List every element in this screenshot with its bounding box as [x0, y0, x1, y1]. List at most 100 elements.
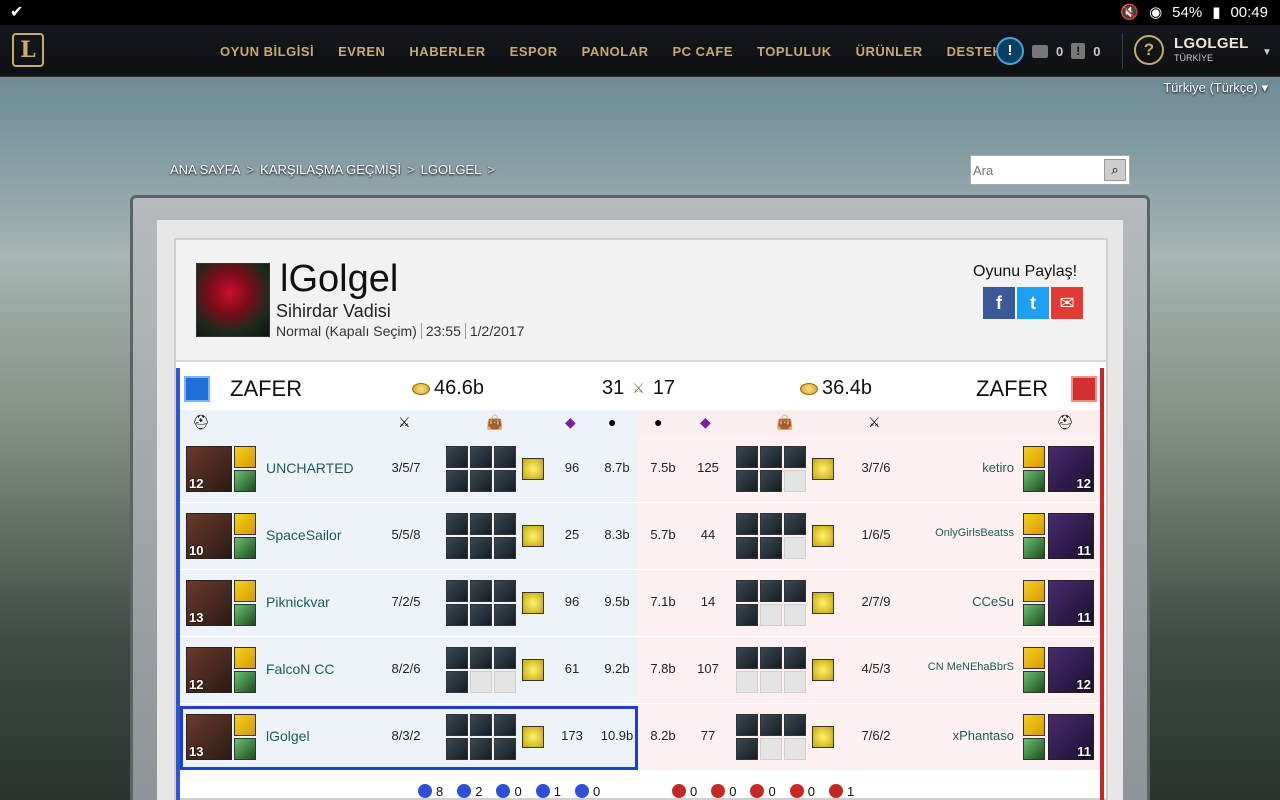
item-slot-icon[interactable] — [736, 738, 758, 760]
item-slot-icon[interactable] — [736, 513, 758, 535]
league-logo-icon[interactable]: L — [12, 33, 44, 67]
spell-icon[interactable] — [1023, 537, 1045, 559]
item-slot-icon[interactable] — [446, 513, 468, 535]
item-slot-icon[interactable] — [736, 647, 758, 669]
item-slot-icon[interactable] — [494, 604, 516, 626]
item-slot-icon[interactable] — [760, 671, 782, 693]
nav-link-products[interactable]: ÜRÜNLER — [856, 44, 923, 59]
item-slot-icon[interactable] — [760, 647, 782, 669]
spell-icon[interactable] — [1023, 470, 1045, 492]
item-slot-icon[interactable] — [494, 647, 516, 669]
item-slot-icon[interactable] — [784, 446, 806, 468]
item-slot-icon[interactable] — [784, 537, 806, 559]
player-name[interactable]: CCeSu — [910, 594, 1014, 609]
item-slot-icon[interactable] — [760, 580, 782, 602]
item-slot-icon[interactable] — [470, 446, 492, 468]
item-slot-icon[interactable] — [736, 470, 758, 492]
nav-link-boards[interactable]: PANOLAR — [582, 44, 649, 59]
item-slot-icon[interactable] — [736, 537, 758, 559]
champion-icon[interactable]: 10 — [186, 513, 232, 559]
item-slot-icon[interactable] — [446, 446, 468, 468]
champion-icon[interactable]: 13 — [186, 580, 232, 626]
trinket-icon[interactable] — [522, 525, 544, 547]
item-slot-icon[interactable] — [494, 513, 516, 535]
item-slot-icon[interactable] — [470, 604, 492, 626]
item-slot-icon[interactable] — [446, 580, 468, 602]
item-slot-icon[interactable] — [446, 647, 468, 669]
chat-icon[interactable] — [1032, 44, 1048, 58]
nav-link-esports[interactable]: ESPOR — [510, 44, 558, 59]
item-slot-icon[interactable] — [446, 604, 468, 626]
champion-icon[interactable]: 12 — [1048, 446, 1094, 492]
player-name[interactable]: UNCHARTED — [266, 460, 354, 476]
item-slot-icon[interactable] — [736, 446, 758, 468]
item-slot-icon[interactable] — [760, 537, 782, 559]
item-slot-icon[interactable] — [470, 470, 492, 492]
trinket-icon[interactable] — [522, 592, 544, 614]
spell-icon[interactable] — [234, 470, 256, 492]
spell-icon[interactable] — [234, 647, 256, 669]
item-slot-icon[interactable] — [470, 537, 492, 559]
item-slot-icon[interactable] — [784, 604, 806, 626]
trinket-icon[interactable] — [522, 659, 544, 681]
item-slot-icon[interactable] — [784, 671, 806, 693]
item-slot-icon[interactable] — [760, 714, 782, 736]
item-slot-icon[interactable] — [494, 537, 516, 559]
language-selector[interactable]: Türkiye (Türkçe) ▾ — [1163, 80, 1268, 96]
spell-icon[interactable] — [1023, 647, 1045, 669]
trinket-icon[interactable] — [812, 525, 834, 547]
spell-icon[interactable] — [1023, 513, 1045, 535]
item-slot-icon[interactable] — [784, 647, 806, 669]
item-slot-icon[interactable] — [784, 580, 806, 602]
nav-link-pc-cafe[interactable]: PC CAFE — [672, 44, 733, 59]
nav-link-community[interactable]: TOPLULUK — [757, 44, 832, 59]
spell-icon[interactable] — [234, 604, 256, 626]
item-slot-icon[interactable] — [470, 580, 492, 602]
item-slot-icon[interactable] — [736, 714, 758, 736]
email-icon[interactable]: ✉ — [1051, 287, 1083, 319]
player-name[interactable]: SpaceSailor — [266, 527, 342, 543]
item-slot-icon[interactable] — [470, 647, 492, 669]
nav-link-universe[interactable]: EVREN — [338, 44, 385, 59]
trinket-icon[interactable] — [812, 458, 834, 480]
spell-icon[interactable] — [1023, 446, 1045, 468]
player-name[interactable]: ketiro — [910, 460, 1014, 475]
search-icon[interactable]: ⌕ — [1104, 159, 1126, 181]
breadcrumb-summoner[interactable]: LGOLGEL — [421, 162, 482, 177]
twitter-icon[interactable]: t — [1017, 287, 1049, 319]
item-slot-icon[interactable] — [470, 513, 492, 535]
item-slot-icon[interactable] — [760, 738, 782, 760]
nav-link-news[interactable]: HABERLER — [409, 44, 485, 59]
item-slot-icon[interactable] — [494, 671, 516, 693]
player-name[interactable]: FalcoN CC — [266, 661, 334, 677]
item-slot-icon[interactable] — [736, 580, 758, 602]
champion-icon[interactable]: 11 — [1048, 513, 1094, 559]
item-slot-icon[interactable] — [760, 513, 782, 535]
player-name[interactable]: CN MeNEhaBbrS — [910, 661, 1014, 673]
item-slot-icon[interactable] — [494, 446, 516, 468]
item-slot-icon[interactable] — [784, 714, 806, 736]
item-slot-icon[interactable] — [784, 513, 806, 535]
warning-icon[interactable]: ! — [1071, 43, 1086, 59]
trinket-icon[interactable] — [812, 726, 834, 748]
nav-link-support[interactable]: DESTEK — [947, 44, 1003, 59]
breadcrumb-match-history[interactable]: KARŞILAŞMA GEÇMİŞİ — [260, 162, 401, 177]
item-slot-icon[interactable] — [446, 537, 468, 559]
spell-icon[interactable] — [234, 513, 256, 535]
item-slot-icon[interactable] — [446, 671, 468, 693]
player-name[interactable]: xPhantaso — [910, 728, 1014, 743]
champion-icon[interactable]: 11 — [1048, 580, 1094, 626]
nav-link-game-info[interactable]: OYUN BİLGİSİ — [220, 44, 314, 59]
champion-icon[interactable]: 11 — [1048, 714, 1094, 760]
user-menu[interactable]: LGOLGEL TÜRKİYE — [1174, 35, 1249, 63]
search-input[interactable] — [973, 159, 1101, 181]
champion-icon[interactable]: 12 — [186, 446, 232, 492]
spell-icon[interactable] — [234, 446, 256, 468]
champion-icon[interactable]: 12 — [186, 647, 232, 693]
item-slot-icon[interactable] — [784, 738, 806, 760]
spell-icon[interactable] — [234, 671, 256, 693]
spell-icon[interactable] — [234, 537, 256, 559]
item-slot-icon[interactable] — [760, 446, 782, 468]
player-name[interactable]: OnlyGirlsBeatss — [910, 527, 1014, 539]
spell-icon[interactable] — [1023, 714, 1045, 736]
